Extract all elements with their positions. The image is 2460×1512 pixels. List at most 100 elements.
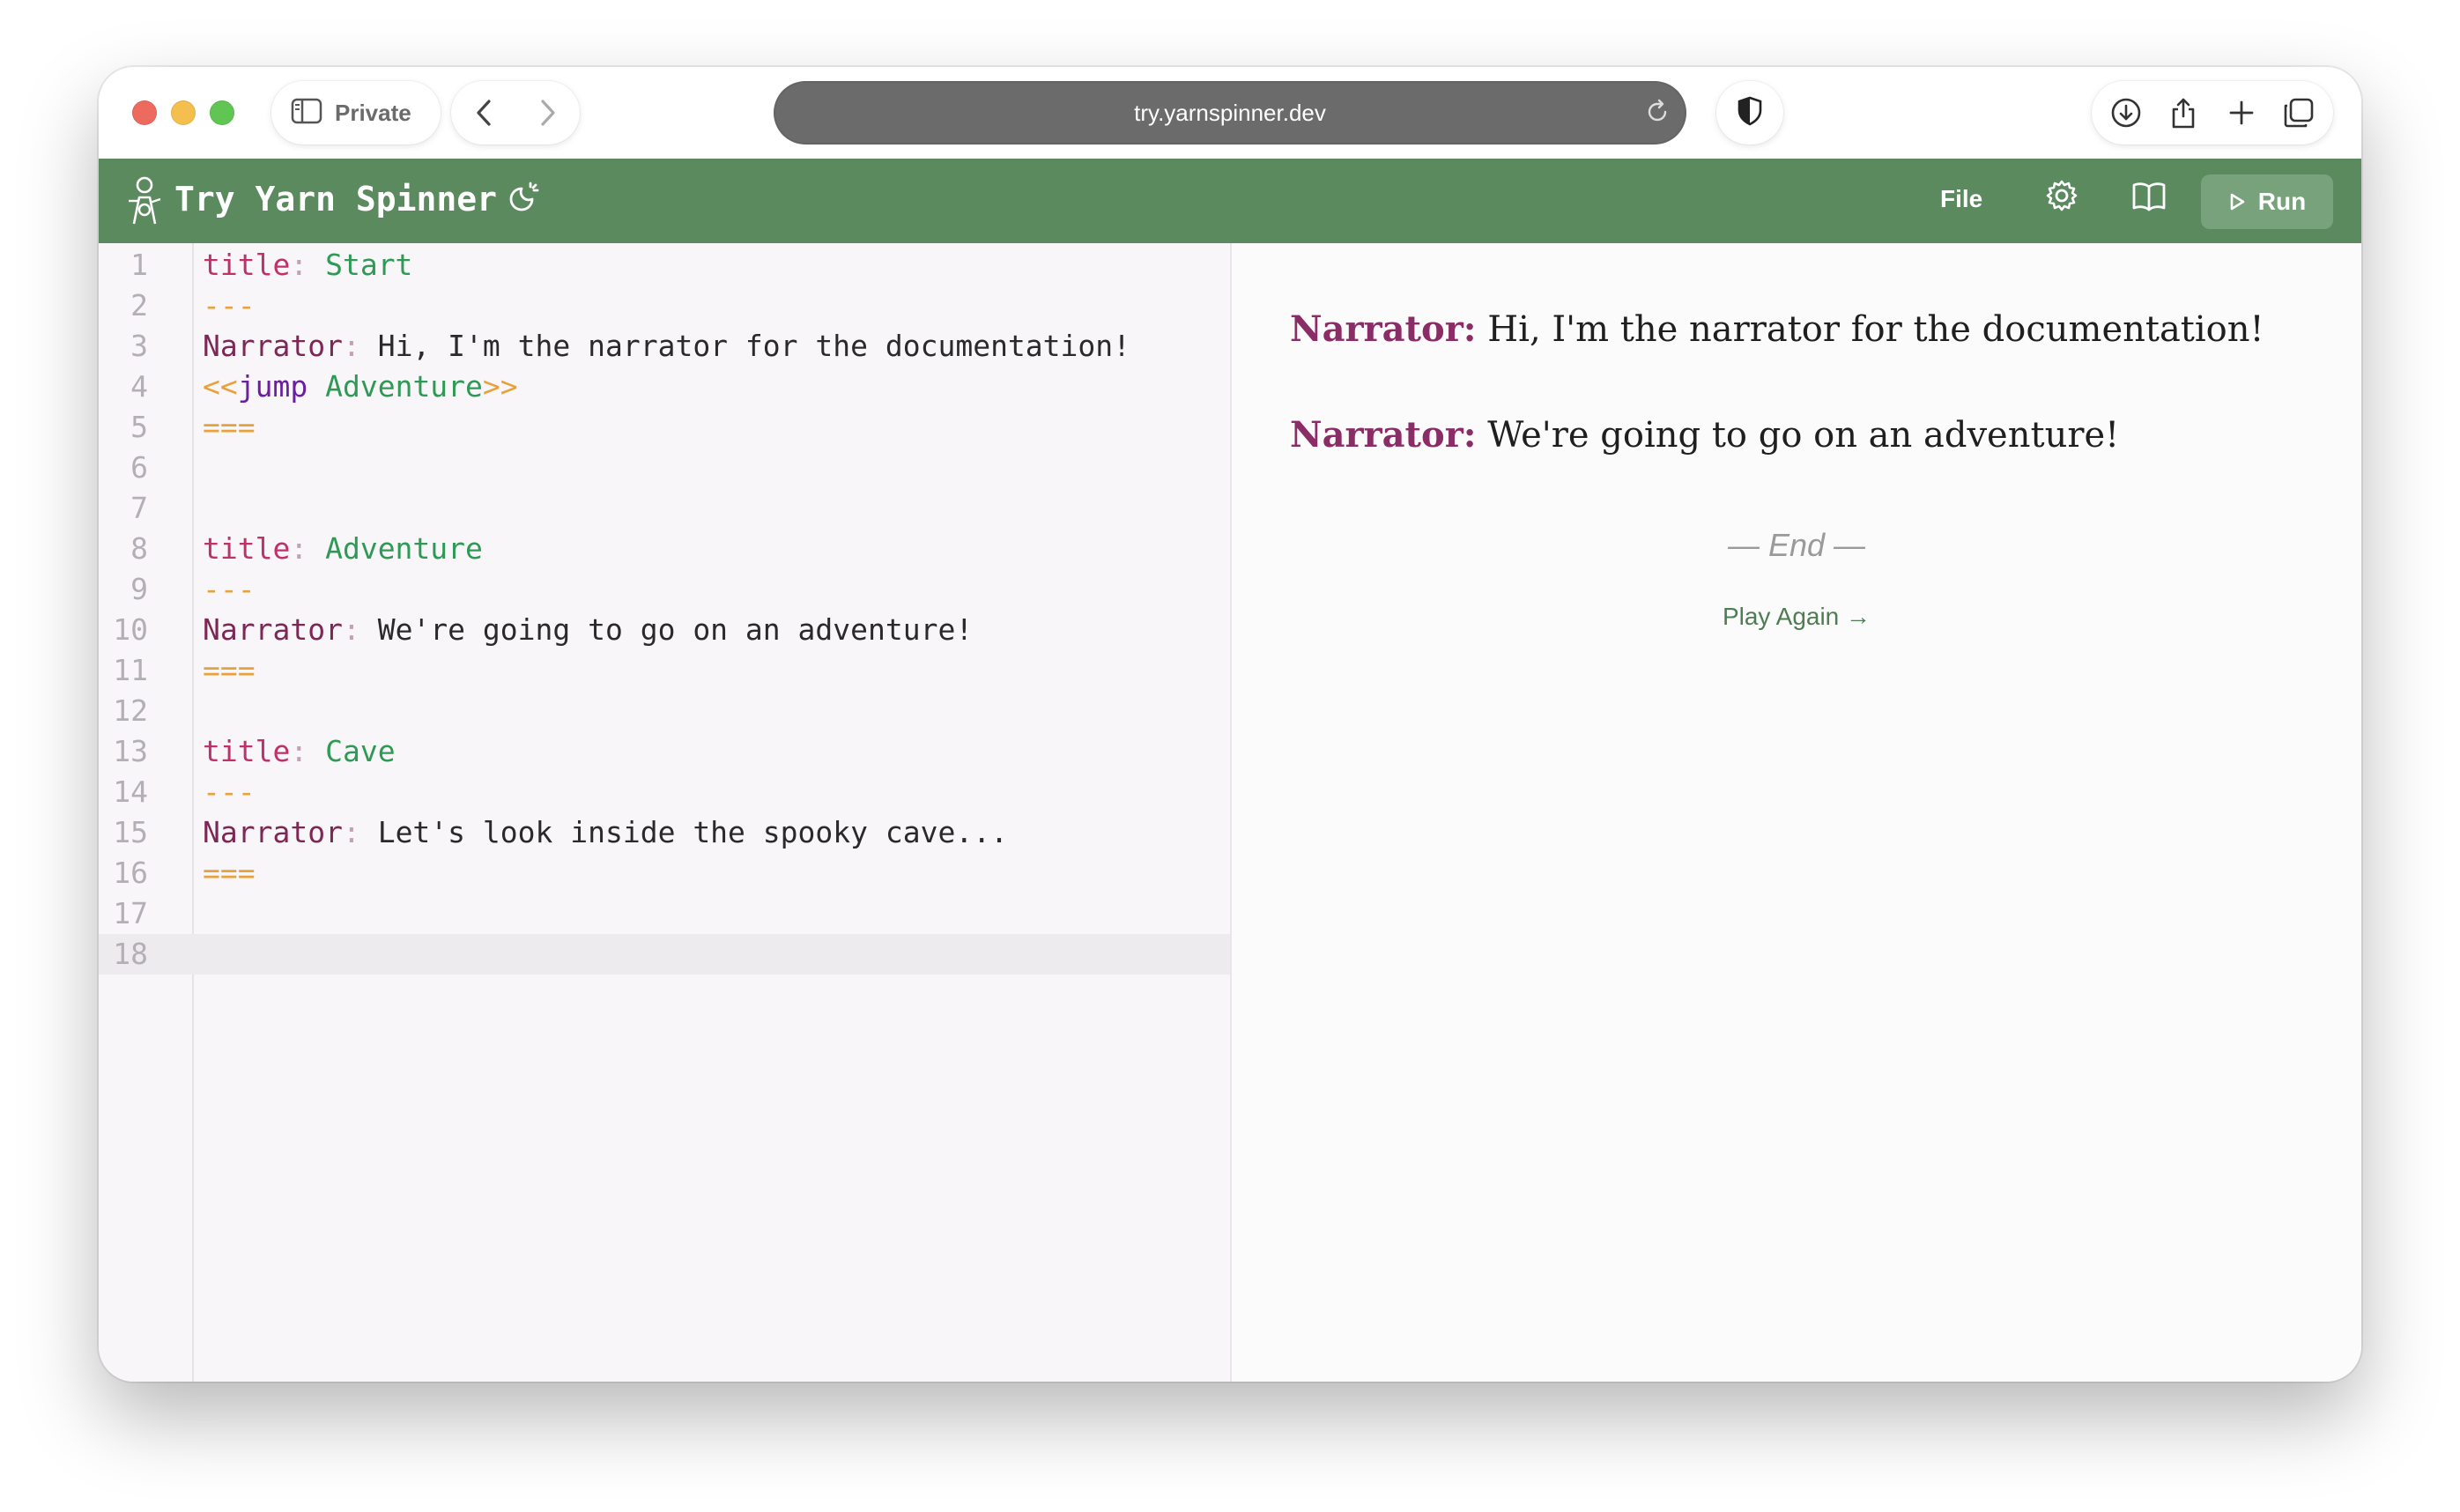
line-number: 7 xyxy=(130,491,148,525)
punctuation: : xyxy=(290,248,308,282)
minimize-window-button[interactable] xyxy=(171,100,196,125)
app-header: Try Yarn Spinner File Run xyxy=(99,159,2361,243)
documentation-button[interactable] xyxy=(2130,178,2167,218)
editor-line[interactable]: 6 xyxy=(99,448,1230,488)
sidebar-private-button[interactable]: Private xyxy=(271,81,441,145)
node-title: Cave xyxy=(308,734,396,768)
command-name: jump xyxy=(237,369,308,404)
run-button[interactable]: Run xyxy=(2201,174,2333,229)
editor-line[interactable]: 9 --- xyxy=(99,569,1230,610)
theme-toggle-button[interactable] xyxy=(504,178,543,221)
app-title: Try Yarn Spinner xyxy=(174,180,498,219)
body-end: === xyxy=(203,653,256,687)
sidebar-icon xyxy=(291,98,322,129)
privacy-report-button[interactable] xyxy=(1716,81,1783,145)
line-text: We're going to go on an adventure! xyxy=(359,612,974,647)
line-number: 6 xyxy=(130,450,148,485)
play-again-link[interactable]: Play Again → xyxy=(1232,603,2361,631)
character-name: Narrator xyxy=(203,612,343,647)
dialogue-line: Narrator: We're going to go on an advent… xyxy=(1290,414,2119,456)
settings-button[interactable] xyxy=(2044,178,2079,218)
line-number: 12 xyxy=(113,693,148,728)
line-number: 8 xyxy=(130,531,148,566)
line-number: 9 xyxy=(130,572,148,606)
punctuation: : xyxy=(342,612,360,647)
download-icon xyxy=(2111,98,2141,128)
line-number: 4 xyxy=(130,369,148,404)
private-label: Private xyxy=(335,99,411,126)
back-button[interactable] xyxy=(459,88,508,137)
play-icon xyxy=(2230,193,2245,211)
yarn-spinner-logo-icon xyxy=(125,174,164,230)
line-number: 11 xyxy=(113,653,148,687)
line-number: 2 xyxy=(130,288,148,322)
body-end: === xyxy=(203,856,256,890)
browser-actions xyxy=(2092,81,2333,145)
downloads-button[interactable] xyxy=(2101,88,2151,137)
editor-line[interactable]: 16 === xyxy=(99,853,1230,893)
line-number: 18 xyxy=(113,937,148,971)
line-number: 13 xyxy=(113,734,148,768)
address-bar[interactable]: try.yarnspinner.dev xyxy=(774,81,1686,145)
dialogue-text: We're going to go on an adventure! xyxy=(1476,415,2120,456)
editor-line[interactable]: 11 === xyxy=(99,650,1230,691)
navigation-buttons xyxy=(451,81,580,145)
share-button[interactable] xyxy=(2159,88,2208,137)
character-name: Narrator xyxy=(203,815,343,849)
close-window-button[interactable] xyxy=(132,100,157,125)
line-text: Hi, I'm the narrator for the documentati… xyxy=(359,329,1131,363)
url-text: try.yarnspinner.dev xyxy=(1134,99,1326,126)
editor-line-active[interactable]: 18 xyxy=(99,934,1230,975)
browser-toolbar: Private try.yarnspinner.dev xyxy=(99,67,2361,159)
speaker-name: Narrator: xyxy=(1290,308,1477,350)
line-number: 14 xyxy=(113,775,148,809)
end-marker: — End — xyxy=(1727,527,1866,563)
chevron-left-icon xyxy=(476,100,491,126)
editor-line[interactable]: 13 title: Cave xyxy=(99,731,1230,772)
zoom-window-button[interactable] xyxy=(210,100,234,125)
editor-line[interactable]: 15 Narrator: Let's look inside the spooky… xyxy=(99,812,1230,853)
character-name: Narrator xyxy=(203,329,343,363)
code-editor[interactable]: 1 title: Start 2 --- 3 Narrator: Hi, I'm th… xyxy=(99,243,1232,1382)
editor-line[interactable]: 3 Narrator: Hi, I'm the narrator for the … xyxy=(99,326,1230,367)
line-number: 16 xyxy=(113,856,148,890)
gear-icon xyxy=(2046,180,2078,211)
editor-line[interactable]: 4 <<jump Adventure>> xyxy=(99,367,1230,407)
line-number: 15 xyxy=(113,815,148,849)
new-tab-button[interactable] xyxy=(2217,88,2266,137)
punctuation: : xyxy=(342,329,360,363)
editor-line[interactable]: 8 title: Adventure xyxy=(99,529,1230,569)
editor-line[interactable]: 7 xyxy=(99,488,1230,529)
reload-icon[interactable] xyxy=(1644,99,1671,131)
line-number: 10 xyxy=(113,612,148,647)
run-label: Run xyxy=(2257,188,2307,215)
theme-icon xyxy=(509,182,539,211)
dialogue-text: Hi, I'm the narrator for the documentati… xyxy=(1476,309,2264,350)
dialogue-preview: Narrator: Hi, I'm the narrator for the d… xyxy=(1232,243,2361,1382)
file-menu-button[interactable]: File xyxy=(1940,185,1982,213)
dialogue-line: Narrator: Hi, I'm the narrator for the d… xyxy=(1290,308,2264,350)
editor-line[interactable]: 1 title: Start xyxy=(99,245,1230,285)
command-open: << xyxy=(203,369,238,404)
node-title: Adventure xyxy=(308,531,483,566)
punctuation: : xyxy=(290,531,308,566)
header-separator: --- xyxy=(203,288,256,322)
line-number: 1 xyxy=(130,248,148,282)
line-number: 5 xyxy=(130,410,148,444)
node-title: Start xyxy=(308,248,413,282)
editor-line[interactable]: 17 xyxy=(99,893,1230,934)
line-number: 17 xyxy=(113,896,148,930)
shield-icon xyxy=(1737,96,1763,130)
tab-overview-button[interactable] xyxy=(2274,88,2323,137)
punctuation: : xyxy=(342,815,360,849)
editor-line[interactable]: 10 Narrator: We're going to go on an adve… xyxy=(99,610,1230,650)
command-close: >> xyxy=(482,369,518,404)
forward-button[interactable] xyxy=(523,88,573,137)
editor-line[interactable]: 5 === xyxy=(99,407,1230,448)
editor-line[interactable]: 12 xyxy=(99,691,1230,731)
header-separator: --- xyxy=(203,775,256,809)
editor-line[interactable]: 14 --- xyxy=(99,772,1230,812)
keyword: title xyxy=(203,248,291,282)
editor-line[interactable]: 2 --- xyxy=(99,285,1230,326)
browser-window: Private try.yarnspinner.dev Try Yarn Spi… xyxy=(99,67,2361,1382)
